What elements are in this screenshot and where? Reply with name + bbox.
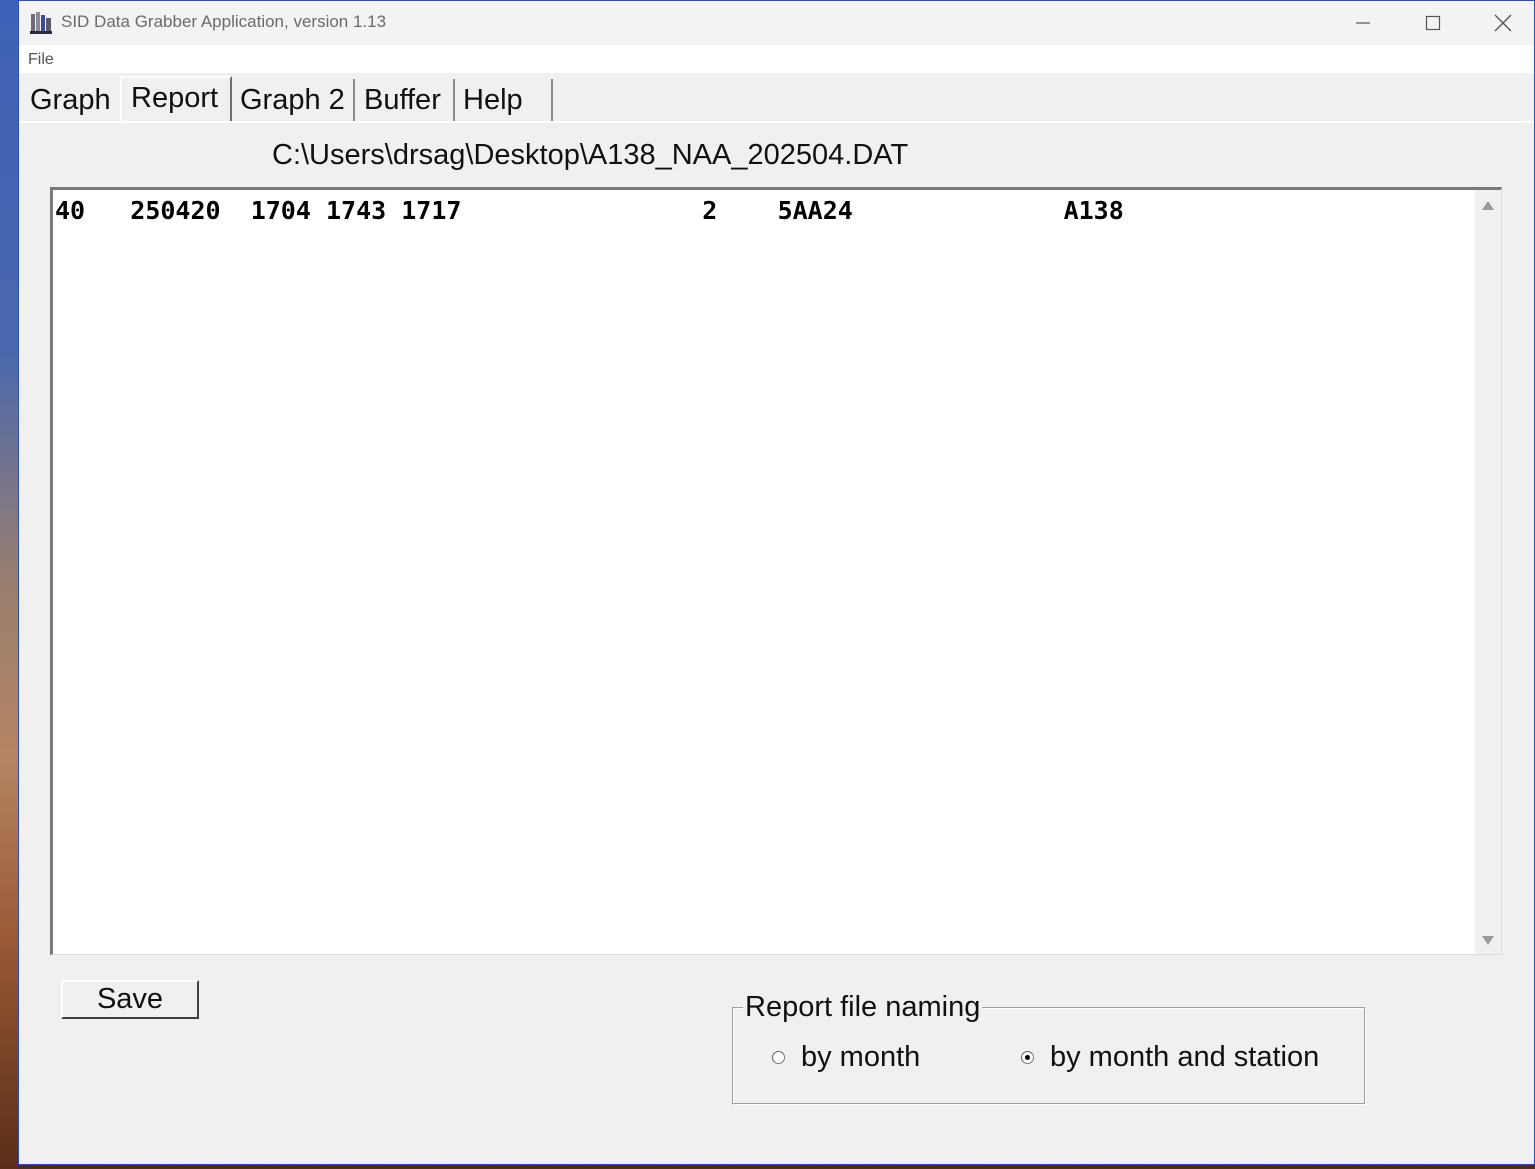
radio-by-month[interactable]: by month bbox=[772, 1040, 920, 1074]
report-cell: 1743 bbox=[325, 196, 387, 225]
tab-graph-2[interactable]: Graph 2 bbox=[231, 79, 355, 121]
report-cell: 1717 bbox=[401, 196, 462, 225]
minimize-icon bbox=[1356, 22, 1370, 24]
close-button[interactable] bbox=[1468, 1, 1535, 45]
radio-label: by month bbox=[801, 1040, 921, 1073]
app-window: SID Data Grabber Application, version 1.… bbox=[18, 0, 1535, 1165]
radio-button[interactable] bbox=[772, 1050, 785, 1064]
close-icon bbox=[1494, 14, 1512, 32]
menu-file[interactable]: File bbox=[28, 51, 54, 69]
report-cell: 5AA24 bbox=[777, 196, 853, 225]
radio-button-checked[interactable] bbox=[1021, 1050, 1034, 1064]
scroll-up-icon[interactable] bbox=[1482, 201, 1494, 210]
tab-strip: Graph Report Graph 2 Buffer Help bbox=[19, 73, 1534, 123]
report-textarea[interactable]: 40 250420 1704 1743 1717 2 5AA24 A138 bbox=[50, 187, 1502, 955]
vertical-scrollbar[interactable] bbox=[1475, 190, 1501, 954]
radio-by-month-and-station[interactable]: by month and station bbox=[1021, 1040, 1319, 1074]
title-bar: SID Data Grabber Application, version 1.… bbox=[19, 1, 1534, 45]
minimize-button[interactable] bbox=[1328, 1, 1398, 45]
tab-help[interactable]: Help bbox=[454, 79, 553, 121]
app-icon bbox=[30, 12, 52, 34]
menu-bar: File bbox=[19, 45, 1534, 73]
maximize-icon bbox=[1425, 15, 1441, 31]
tab-buffer[interactable]: Buffer bbox=[355, 79, 455, 121]
report-cell: 250420 bbox=[130, 196, 221, 225]
tab-divider bbox=[19, 121, 1534, 123]
save-button[interactable]: Save bbox=[61, 980, 199, 1019]
group-legend: Report file naming bbox=[743, 991, 983, 1023]
radio-label: by month and station bbox=[1050, 1040, 1320, 1073]
desktop-background bbox=[0, 0, 18, 1169]
report-cell: A138 bbox=[1063, 196, 1124, 225]
maximize-button[interactable] bbox=[1398, 1, 1468, 45]
window-title: SID Data Grabber Application, version 1.… bbox=[61, 12, 387, 31]
tab-graph[interactable]: Graph bbox=[21, 79, 121, 121]
report-cell: 2 bbox=[702, 196, 718, 225]
report-row: 40 250420 1704 1743 1717 2 5AA24 A138 bbox=[55, 196, 1124, 225]
report-file-naming-group: Report file naming by month by month and… bbox=[732, 991, 1365, 1104]
scroll-down-icon[interactable] bbox=[1482, 936, 1494, 945]
file-path-label: C:\Users\drsag\Desktop\A138_NAA_202504.D… bbox=[272, 139, 909, 171]
report-cell: 40 bbox=[55, 196, 86, 225]
tab-report[interactable]: Report bbox=[120, 76, 232, 123]
report-cell: 1704 bbox=[250, 196, 311, 225]
